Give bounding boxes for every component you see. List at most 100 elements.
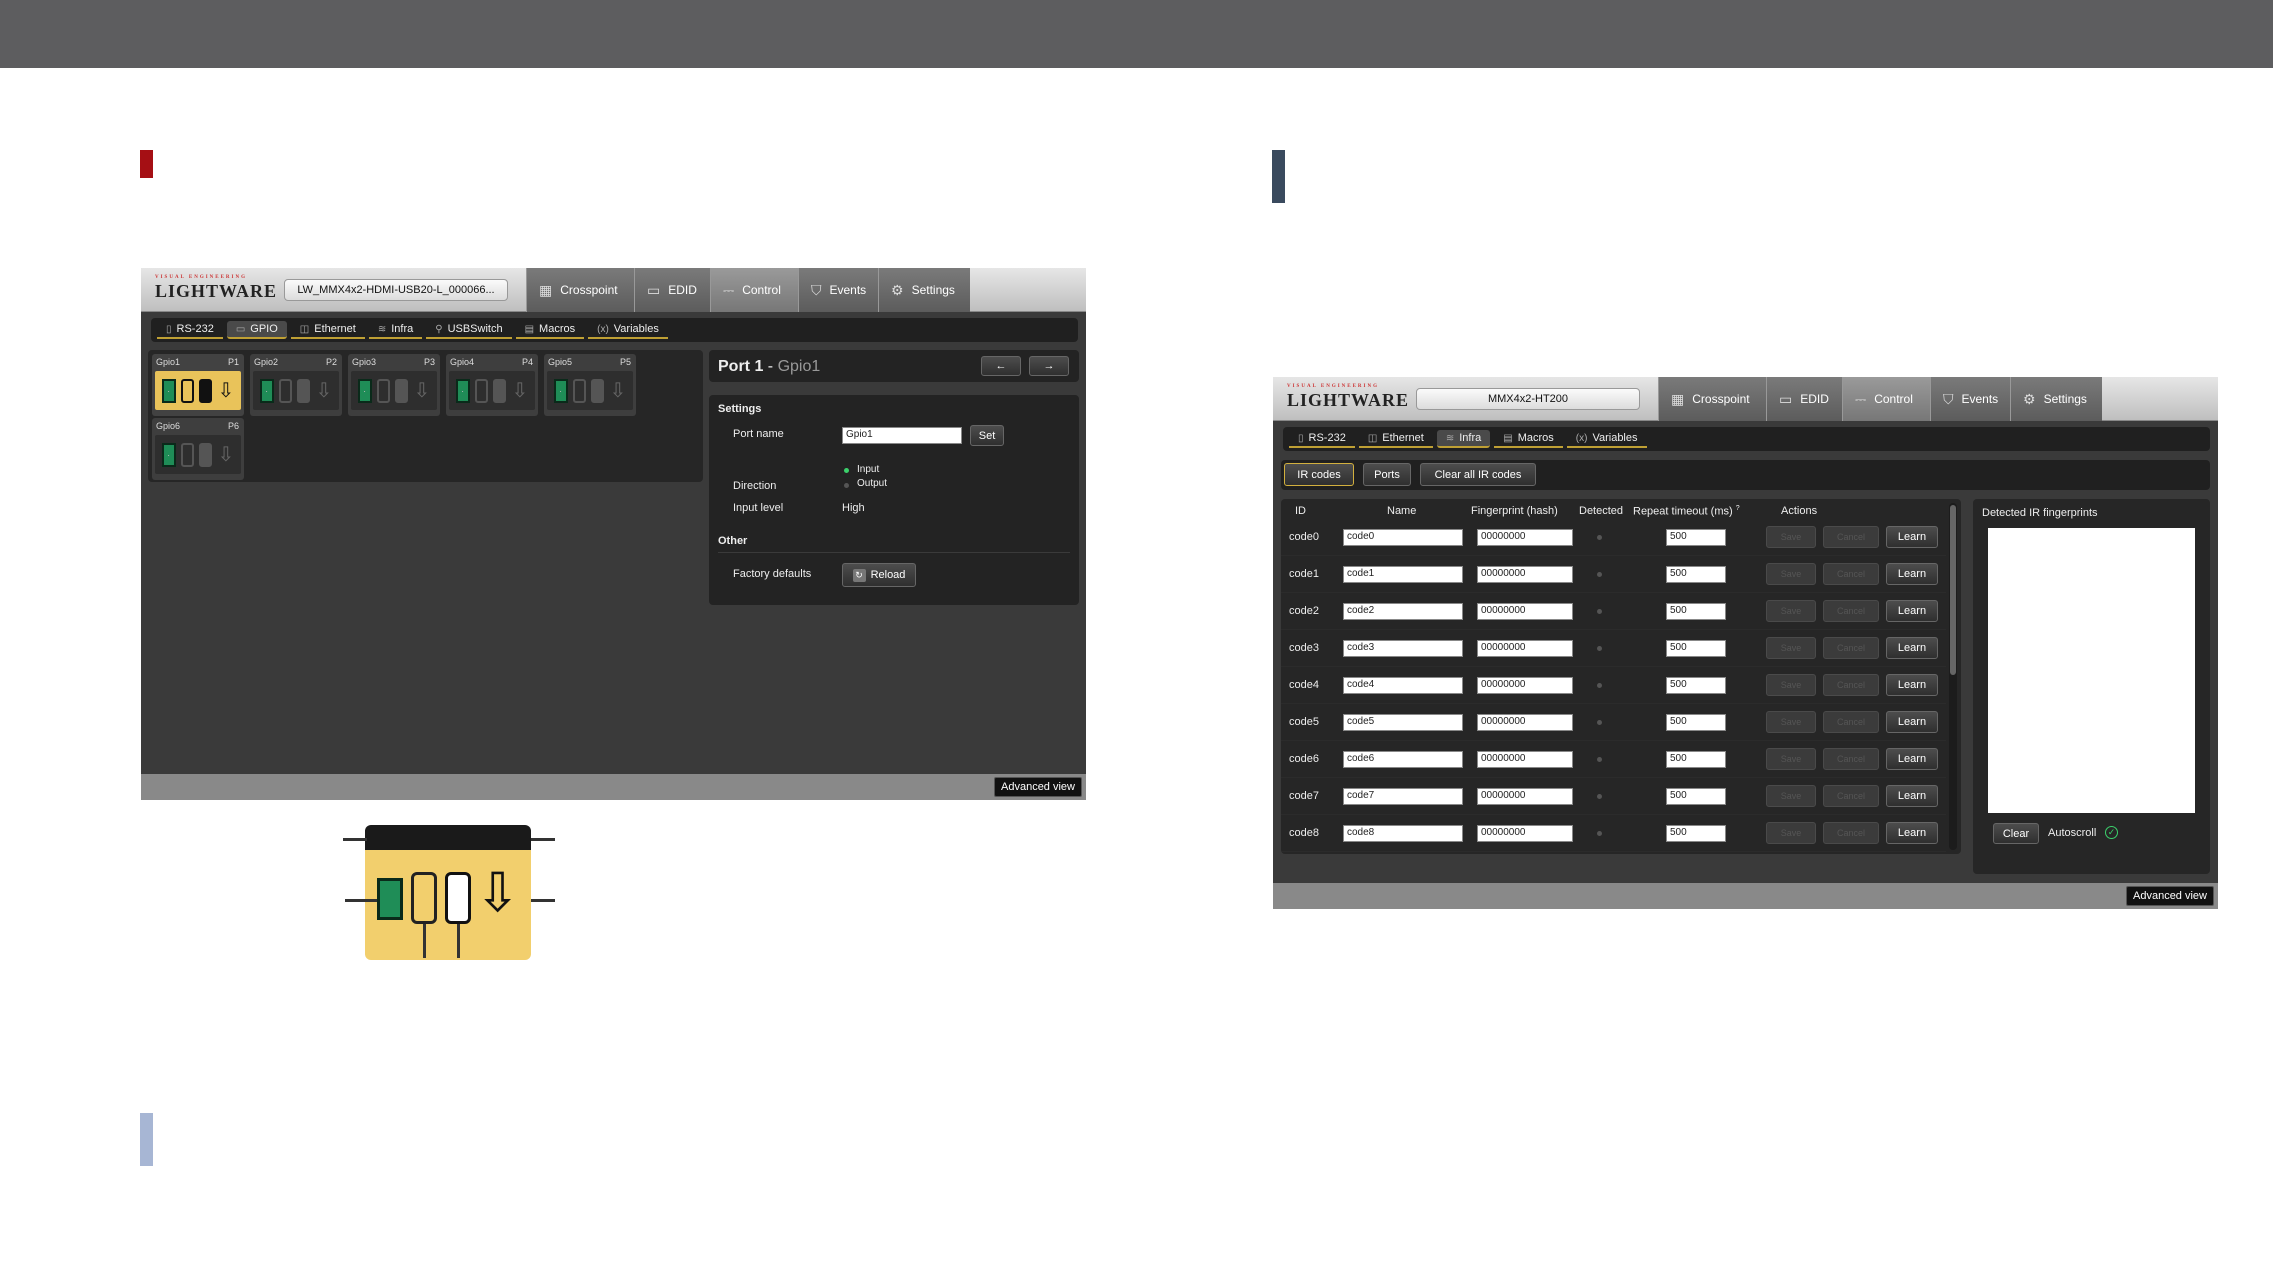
row-timeout-input[interactable]: 500	[1666, 566, 1726, 583]
gpio-port-6[interactable]: Gpio6 P6 · ⇩	[152, 418, 244, 480]
row-name-input[interactable]: code2	[1343, 603, 1463, 620]
device-name[interactable]: LW_MMX4x2-HDMI-USB20-L_000066...	[284, 279, 508, 301]
row-fingerprint-input[interactable]: 00000000	[1477, 603, 1573, 620]
learn-button[interactable]: Learn	[1886, 711, 1938, 733]
save-button[interactable]: Save	[1766, 600, 1816, 622]
cancel-button[interactable]: Cancel	[1823, 600, 1879, 622]
subtab-ir-codes[interactable]: IR codes	[1284, 463, 1354, 486]
gpio-port-3[interactable]: Gpio3 P3 · ⇩	[348, 354, 440, 416]
nav-control[interactable]: ⎓ Control	[710, 268, 798, 312]
tab-macros[interactable]: ▤ Macros	[1494, 430, 1563, 448]
learn-button[interactable]: Learn	[1886, 748, 1938, 770]
cancel-button[interactable]: Cancel	[1823, 711, 1879, 733]
radio-input-selected[interactable]	[844, 468, 849, 473]
save-button[interactable]: Save	[1766, 748, 1816, 770]
direction-output-option[interactable]: Output	[857, 478, 887, 489]
row-timeout-input[interactable]: 500	[1666, 677, 1726, 694]
row-timeout-input[interactable]: 500	[1666, 788, 1726, 805]
row-fingerprint-input[interactable]: 00000000	[1477, 529, 1573, 546]
table-scrollbar[interactable]	[1949, 503, 1957, 850]
nav-edid[interactable]: ▭ EDID	[1766, 377, 1842, 421]
learn-button[interactable]: Learn	[1886, 563, 1938, 585]
tab-infra[interactable]: ≋ Infra	[1436, 430, 1491, 448]
nav-edid[interactable]: ▭ EDID	[634, 268, 710, 312]
tab-ethernet[interactable]: ◫ Ethernet	[290, 321, 365, 339]
gpio-port-5[interactable]: Gpio5 P5 · ⇩	[544, 354, 636, 416]
autoscroll-check-icon[interactable]: ✓	[2105, 826, 2118, 839]
learn-button[interactable]: Learn	[1886, 822, 1938, 844]
nav-settings[interactable]: ⚙ Settings	[878, 268, 970, 312]
save-button[interactable]: Save	[1766, 637, 1816, 659]
cancel-button[interactable]: Cancel	[1823, 563, 1879, 585]
nav-crosspoint[interactable]: ▦ Crosspoint	[1658, 377, 1766, 421]
gpio-port-4[interactable]: Gpio4 P4 · ⇩	[446, 354, 538, 416]
row-timeout-input[interactable]: 500	[1666, 825, 1726, 842]
row-timeout-input[interactable]: 500	[1666, 603, 1726, 620]
row-fingerprint-input[interactable]: 00000000	[1477, 677, 1573, 694]
row-name-input[interactable]: code4	[1343, 677, 1463, 694]
row-fingerprint-input[interactable]: 00000000	[1477, 825, 1573, 842]
cancel-button[interactable]: Cancel	[1823, 748, 1879, 770]
next-port-button[interactable]: →	[1029, 356, 1069, 376]
row-fingerprint-input[interactable]: 00000000	[1477, 640, 1573, 657]
row-name-input[interactable]: code6	[1343, 751, 1463, 768]
row-timeout-input[interactable]: 500	[1666, 751, 1726, 768]
row-name-input[interactable]: code8	[1343, 825, 1463, 842]
learn-button[interactable]: Learn	[1886, 600, 1938, 622]
prev-port-button[interactable]: ←	[981, 356, 1021, 376]
clear-button[interactable]: Clear	[1993, 823, 2039, 844]
tab-variables[interactable]: (x) Variables	[1566, 430, 1647, 448]
cancel-button[interactable]: Cancel	[1823, 822, 1879, 844]
nav-events[interactable]: ⛉ Events	[1930, 377, 2010, 421]
learn-button[interactable]: Learn	[1886, 674, 1938, 696]
save-button[interactable]: Save	[1766, 674, 1816, 696]
row-fingerprint-input[interactable]: 00000000	[1477, 566, 1573, 583]
learn-button[interactable]: Learn	[1886, 637, 1938, 659]
direction-input-option[interactable]: Input	[857, 464, 879, 475]
subtab-ports[interactable]: Ports	[1363, 463, 1411, 486]
row-fingerprint-input[interactable]: 00000000	[1477, 714, 1573, 731]
device-name[interactable]: MMX4x2-HT200	[1416, 388, 1640, 410]
help-icon[interactable]: ?	[1736, 505, 1740, 512]
scrollbar-thumb[interactable]	[1950, 505, 1956, 675]
row-fingerprint-input[interactable]: 00000000	[1477, 751, 1573, 768]
row-name-input[interactable]: code7	[1343, 788, 1463, 805]
tab-infra[interactable]: ≋ Infra	[368, 321, 423, 339]
learn-button[interactable]: Learn	[1886, 785, 1938, 807]
cancel-button[interactable]: Cancel	[1823, 526, 1879, 548]
save-button[interactable]: Save	[1766, 785, 1816, 807]
row-timeout-input[interactable]: 500	[1666, 640, 1726, 657]
nav-settings[interactable]: ⚙ Settings	[2010, 377, 2102, 421]
row-name-input[interactable]: code5	[1343, 714, 1463, 731]
tab-variables[interactable]: (x) Variables	[588, 321, 668, 339]
tab-gpio[interactable]: ▭ GPIO	[226, 321, 287, 339]
clear-all-ir-codes-button[interactable]: Clear all IR codes	[1420, 463, 1536, 486]
tab-ethernet[interactable]: ◫ Ethernet	[1358, 430, 1433, 448]
reload-button[interactable]: ↻ Reload	[842, 563, 916, 587]
cancel-button[interactable]: Cancel	[1823, 785, 1879, 807]
save-button[interactable]: Save	[1766, 711, 1816, 733]
radio-output[interactable]	[844, 483, 849, 488]
gpio-port-2[interactable]: Gpio2 P2 · ⇩	[250, 354, 342, 416]
row-name-input[interactable]: code3	[1343, 640, 1463, 657]
set-button[interactable]: Set	[970, 425, 1004, 446]
tab-macros[interactable]: ▤ Macros	[515, 321, 585, 339]
row-timeout-input[interactable]: 500	[1666, 714, 1726, 731]
row-name-input[interactable]: code0	[1343, 529, 1463, 546]
save-button[interactable]: Save	[1766, 822, 1816, 844]
advanced-view-button[interactable]: Advanced view	[2126, 886, 2214, 906]
row-timeout-input[interactable]: 500	[1666, 529, 1726, 546]
nav-control[interactable]: ⎓ Control	[1842, 377, 1930, 421]
row-fingerprint-input[interactable]: 00000000	[1477, 788, 1573, 805]
gpio-port-1[interactable]: Gpio1 P1 · ⇩	[152, 354, 244, 416]
save-button[interactable]: Save	[1766, 563, 1816, 585]
cancel-button[interactable]: Cancel	[1823, 674, 1879, 696]
nav-events[interactable]: ⛉ Events	[798, 268, 878, 312]
cancel-button[interactable]: Cancel	[1823, 637, 1879, 659]
tab-usbswitch[interactable]: ⚲ USBSwitch	[426, 321, 512, 339]
nav-crosspoint[interactable]: ▦ Crosspoint	[526, 268, 634, 312]
advanced-view-button[interactable]: Advanced view	[994, 777, 1082, 797]
tab-rs232[interactable]: ▯ RS-232	[157, 321, 223, 339]
row-name-input[interactable]: code1	[1343, 566, 1463, 583]
learn-button[interactable]: Learn	[1886, 526, 1938, 548]
